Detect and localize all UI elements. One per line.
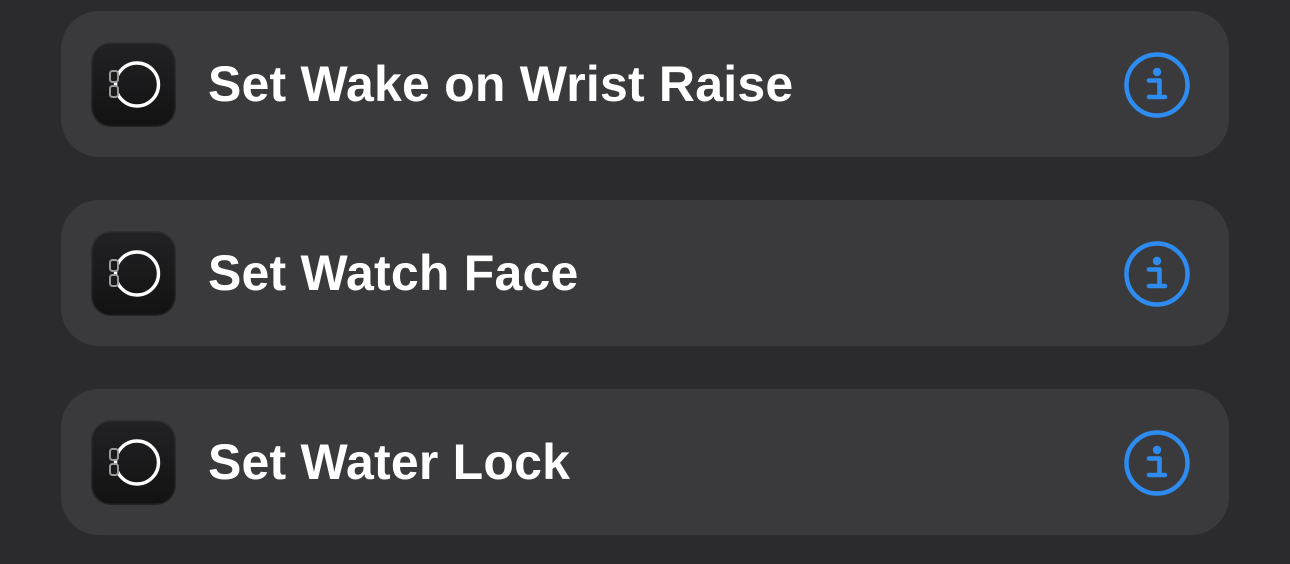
info-icon[interactable] bbox=[1123, 51, 1191, 119]
info-icon[interactable] bbox=[1123, 240, 1191, 308]
action-row-set-watch-face[interactable]: Set Watch Face bbox=[61, 200, 1229, 346]
action-label: Set Water Lock bbox=[208, 434, 571, 490]
action-row-set-water-lock[interactable]: Set Water Lock bbox=[61, 389, 1229, 535]
action-label: Set Watch Face bbox=[208, 245, 579, 301]
watch-app-icon bbox=[91, 420, 176, 505]
watch-app-icon bbox=[91, 231, 176, 316]
watch-app-icon bbox=[91, 42, 176, 127]
info-icon[interactable] bbox=[1123, 429, 1191, 497]
action-label: Set Wake on Wrist Raise bbox=[208, 56, 794, 112]
action-row-set-wake-on-wrist-raise[interactable]: Set Wake on Wrist Raise bbox=[61, 11, 1229, 157]
